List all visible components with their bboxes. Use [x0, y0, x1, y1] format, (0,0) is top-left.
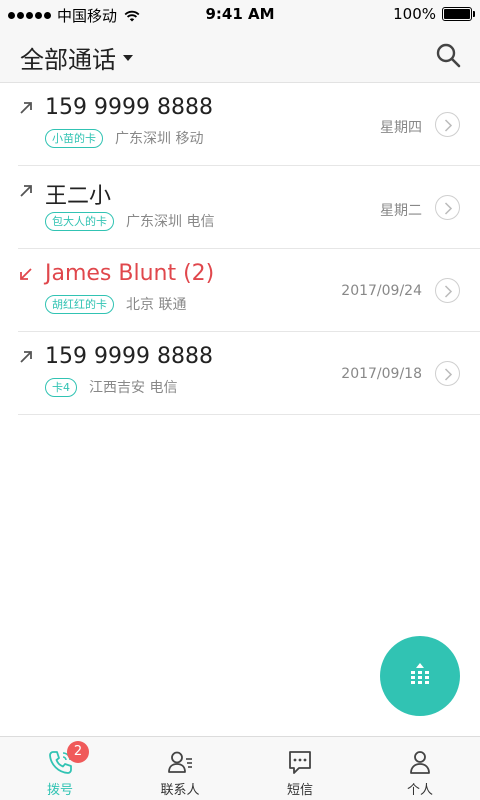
tab-label: 联系人	[160, 783, 200, 798]
tab-label: 拨号	[46, 783, 73, 798]
tab-dial[interactable]: 2 拨号	[0, 737, 120, 800]
call-date: 星期二	[380, 203, 422, 219]
caller-name: 王二小	[45, 184, 112, 209]
tab-label: 个人	[406, 783, 433, 798]
sim-tag: 小苗的卡	[45, 128, 103, 148]
chevron-right-icon	[444, 285, 453, 298]
contacts-icon	[168, 751, 192, 773]
call-filter-dropdown[interactable]: 全部通话	[20, 40, 133, 75]
call-detail-button[interactable]	[435, 278, 460, 303]
caller-name: 159 9999 8888	[45, 344, 213, 369]
missed-count-badge: 2	[67, 741, 89, 763]
call-detail-button[interactable]	[435, 361, 460, 386]
status-bar: 中国移动 9:41 AM 100%	[0, 0, 480, 28]
tab-profile[interactable]: 个人	[360, 737, 480, 800]
caller-location: 广东深圳 电信	[126, 214, 215, 230]
battery-percent: 100%	[393, 5, 436, 23]
search-icon[interactable]	[434, 41, 462, 69]
call-meta: 胡红红的卡 北京 联通	[45, 294, 186, 314]
call-row[interactable]: James Blunt (2) 胡红红的卡 北京 联通 2017/09/24	[0, 249, 480, 332]
caller-name: 159 9999 8888	[45, 95, 213, 120]
page-title: 全部通话	[20, 46, 116, 74]
call-row[interactable]: 王二小 包大人的卡 广东深圳 电信 星期二	[0, 166, 480, 249]
nav-bar: 全部通话	[0, 28, 480, 83]
person-icon	[410, 751, 430, 774]
message-icon	[289, 751, 311, 774]
call-detail-button[interactable]	[435, 112, 460, 137]
call-meta: 小苗的卡 广东深圳 移动	[45, 128, 203, 148]
tab-label: 短信	[286, 783, 313, 798]
sim-tag: 包大人的卡	[45, 211, 114, 231]
call-meta: 卡4 江西吉安 电信	[45, 377, 177, 397]
dialpad-icon	[411, 663, 429, 684]
outgoing-call-icon	[20, 185, 32, 197]
battery-icon	[442, 7, 475, 21]
caller-location: 北京 联通	[126, 297, 187, 313]
chevron-right-icon	[444, 202, 453, 215]
missed-call-icon	[20, 268, 32, 280]
caller-location: 江西吉安 电信	[89, 380, 178, 396]
caret-down-icon	[123, 54, 133, 61]
call-row[interactable]: 159 9999 8888 卡4 江西吉安 电信 2017/09/18	[0, 332, 480, 415]
status-right: 100%	[393, 5, 475, 23]
tab-bar: 2 拨号 联系人 短信 个人	[0, 736, 480, 800]
caller-location: 广东深圳 移动	[115, 131, 204, 147]
sim-tag: 胡红红的卡	[45, 294, 114, 314]
call-date: 星期四	[380, 120, 422, 136]
dialpad-button[interactable]	[380, 636, 460, 716]
sim-tag: 卡4	[45, 377, 77, 397]
caller-name: James Blunt (2)	[45, 261, 215, 286]
tab-messages[interactable]: 短信	[240, 737, 360, 800]
chevron-right-icon	[444, 368, 453, 381]
call-detail-button[interactable]	[435, 195, 460, 220]
outgoing-call-icon	[20, 102, 32, 114]
call-row[interactable]: 159 9999 8888 小苗的卡 广东深圳 移动 星期四	[0, 83, 480, 166]
call-date: 2017/09/18	[341, 366, 422, 382]
outgoing-call-icon	[20, 351, 32, 363]
call-list: 159 9999 8888 小苗的卡 广东深圳 移动 星期四 王二小 包大人的卡…	[0, 83, 480, 415]
call-date: 2017/09/24	[341, 283, 422, 299]
tab-contacts[interactable]: 联系人	[120, 737, 240, 800]
chevron-right-icon	[444, 119, 453, 132]
call-meta: 包大人的卡 广东深圳 电信	[45, 211, 214, 231]
